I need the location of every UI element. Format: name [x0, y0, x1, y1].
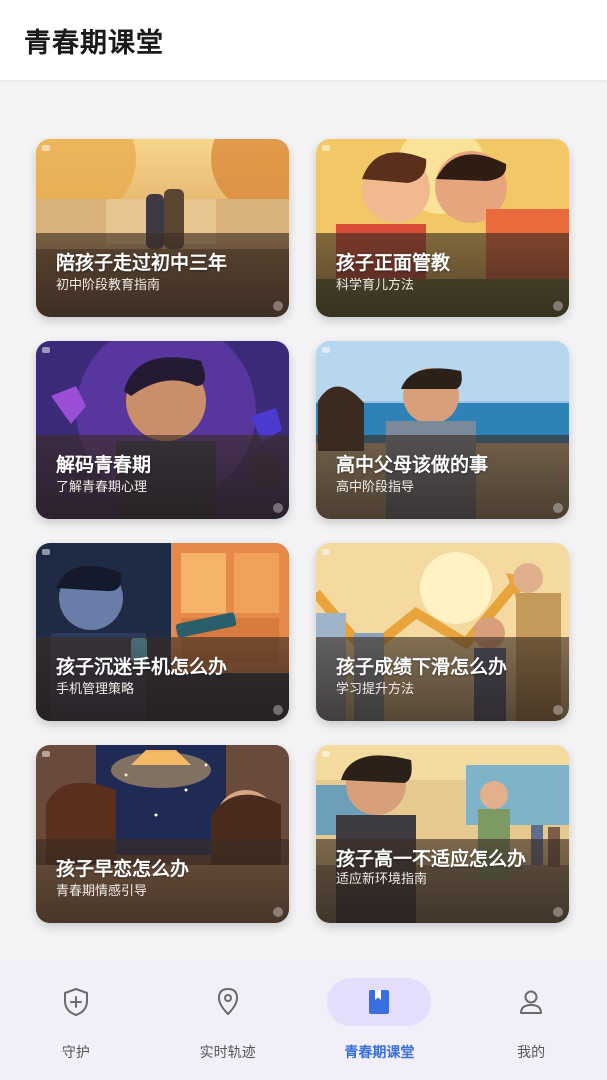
corner-dot-icon	[553, 705, 563, 715]
nav-icon-container	[327, 978, 432, 1026]
card-title: 孩子高一不适应怎么办	[336, 848, 527, 870]
card-subtitle: 了解青春期心理	[56, 480, 148, 495]
person-icon	[520, 990, 543, 1014]
corner-tag-icon	[322, 145, 330, 151]
course-card-grades-dropping[interactable]: 孩子成绩下滑怎么办 学习提升方法	[316, 543, 569, 721]
location-pin-icon	[217, 988, 238, 1015]
card-subtitle: 科学育儿方法	[336, 278, 415, 293]
card-subtitle: 适应新环境指南	[336, 872, 428, 887]
nav-item-adolescence-class[interactable]: 青春期课堂	[309, 978, 449, 1062]
course-card-high-school-adjustment[interactable]: 孩子高一不适应怎么办 适应新环境指南	[316, 745, 569, 923]
course-card-junior-high[interactable]: 陪孩子走过初中三年 初中阶段教育指南	[36, 139, 289, 317]
card-subtitle: 青春期情感引导	[56, 884, 148, 899]
card-title: 陪孩子走过初中三年	[56, 252, 228, 274]
corner-tag-icon	[42, 751, 50, 757]
card-subtitle: 手机管理策略	[56, 682, 135, 697]
card-title: 高中父母该做的事	[336, 454, 489, 476]
card-subtitle: 初中阶段教育指南	[56, 278, 161, 293]
nav-label: 青春期课堂	[344, 1045, 415, 1061]
nav-icon-container	[479, 978, 583, 1026]
card-caption: 孩子沉迷手机怎么办 手机管理策略	[36, 637, 289, 721]
corner-dot-icon	[273, 705, 283, 715]
nav-label: 我的	[517, 1045, 546, 1061]
card-caption: 孩子早恋怎么办 青春期情感引导	[36, 839, 289, 923]
bottom-navigation: 守护 实时轨迹 青春期课堂 我的	[0, 960, 607, 1080]
course-grid: 陪孩子走过初中三年 初中阶段教育指南 孩子正面管教 科学育儿方法 解码青春期 了…	[36, 139, 569, 923]
card-caption: 孩子正面管教 科学育儿方法	[316, 233, 569, 317]
nav-item-guard[interactable]: 守护	[6, 978, 146, 1062]
nav-label: 守护	[61, 1045, 90, 1061]
card-title: 孩子早恋怎么办	[56, 858, 190, 880]
card-caption: 孩子高一不适应怎么办 适应新环境指南	[316, 839, 569, 923]
card-title: 孩子正面管教	[336, 252, 451, 274]
corner-dot-icon	[553, 907, 563, 917]
app-header: 青春期课堂	[0, 0, 607, 80]
course-card-phone-addiction[interactable]: 孩子沉迷手机怎么办 手机管理策略	[36, 543, 289, 721]
course-card-decode-adolescence[interactable]: 解码青春期 了解青春期心理	[36, 341, 289, 519]
course-card-high-school-parents[interactable]: 高中父母该做的事 高中阶段指导	[316, 341, 569, 519]
card-caption: 高中父母该做的事 高中阶段指导	[316, 435, 569, 519]
corner-tag-icon	[322, 347, 330, 353]
corner-dot-icon	[273, 301, 283, 311]
card-subtitle: 学习提升方法	[336, 682, 415, 697]
corner-dot-icon	[273, 503, 283, 513]
card-subtitle: 高中阶段指导	[336, 480, 415, 495]
corner-dot-icon	[273, 907, 283, 917]
corner-tag-icon	[322, 549, 330, 555]
nav-item-realtime-track[interactable]: 实时轨迹	[158, 978, 298, 1062]
corner-dot-icon	[553, 301, 563, 311]
corner-tag-icon	[42, 145, 50, 151]
card-title: 解码青春期	[56, 454, 152, 476]
nav-item-mine[interactable]: 我的	[461, 978, 601, 1062]
corner-tag-icon	[322, 751, 330, 757]
page-title: 青春期课堂	[24, 27, 164, 59]
card-caption: 解码青春期 了解青春期心理	[36, 435, 289, 519]
card-caption: 孩子成绩下滑怎么办 学习提升方法	[316, 637, 569, 721]
card-title: 孩子成绩下滑怎么办	[336, 656, 508, 678]
course-card-early-love[interactable]: 孩子早恋怎么办 青春期情感引导	[36, 745, 289, 923]
nav-icon-container	[176, 978, 280, 1026]
corner-tag-icon	[42, 347, 50, 353]
corner-dot-icon	[553, 503, 563, 513]
card-title: 孩子沉迷手机怎么办	[56, 656, 228, 678]
nav-label: 实时轨迹	[199, 1045, 256, 1061]
book-icon	[369, 990, 390, 1014]
shield-plus-icon	[63, 988, 88, 1016]
course-card-positive-discipline[interactable]: 孩子正面管教 科学育儿方法	[316, 139, 569, 317]
nav-icon-container	[24, 978, 128, 1026]
corner-tag-icon	[42, 549, 50, 555]
card-caption: 陪孩子走过初中三年 初中阶段教育指南	[36, 233, 289, 317]
